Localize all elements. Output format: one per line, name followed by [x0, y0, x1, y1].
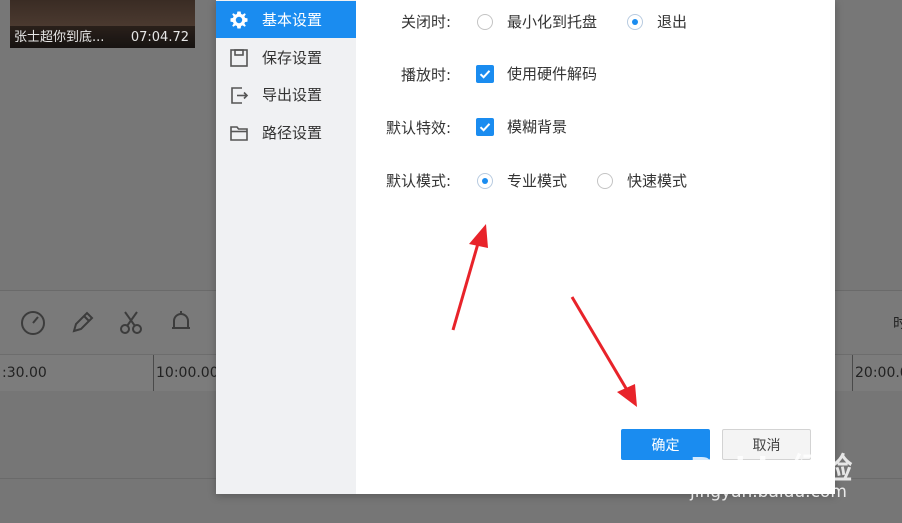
option-label: 使用硬件解码	[507, 63, 597, 84]
exit-option[interactable]: 退出	[627, 11, 687, 32]
sidebar-item-save[interactable]: 保存设置	[216, 39, 356, 76]
folder-icon	[229, 123, 249, 143]
tick-mark	[153, 355, 154, 391]
sidebar-item-label: 导出设置	[262, 84, 322, 105]
tick-label: 10:00.00	[156, 365, 219, 381]
tick-mark	[852, 355, 853, 391]
option-label: 最小化到托盘	[507, 11, 597, 32]
professional-mode-option[interactable]: 专业模式	[477, 170, 567, 191]
bell-icon[interactable]	[166, 307, 196, 337]
tick-label: 20:00.00	[855, 365, 902, 381]
check-icon	[479, 68, 491, 80]
playback-setting-label: 播放时:	[401, 64, 451, 85]
option-label: 专业模式	[507, 170, 567, 191]
radio-button-selected[interactable]	[627, 14, 643, 30]
effect-setting-row: 默认特效: 模糊背景	[356, 114, 835, 140]
sidebar-item-export[interactable]: 导出设置	[216, 76, 356, 113]
mode-setting-label: 默认模式:	[386, 170, 451, 191]
settings-dialog: 基本设置 保存设置 导出设置 路径设置 关闭时: 最小化到托盘	[216, 0, 835, 494]
option-label: 退出	[657, 11, 687, 32]
checkbox-checked[interactable]	[476, 118, 494, 136]
settings-content: 关闭时: 最小化到托盘 退出 播放时: 使用硬件解码 默认特效:	[356, 0, 835, 494]
sidebar-item-label: 基本设置	[262, 9, 322, 30]
effect-setting-label: 默认特效:	[386, 117, 451, 138]
mode-setting-row: 默认模式: 专业模式 快速模式	[356, 167, 835, 193]
check-icon	[479, 121, 491, 133]
radio-button[interactable]	[597, 173, 613, 189]
close-setting-label: 关闭时:	[401, 11, 451, 32]
confirm-button[interactable]: 确定	[621, 429, 710, 460]
video-thumbnail[interactable]: 张士超你到底... 07:04.72	[10, 0, 195, 48]
radio-button-selected[interactable]	[477, 173, 493, 189]
speed-icon[interactable]	[18, 307, 48, 337]
sidebar-item-path[interactable]: 路径设置	[216, 114, 356, 151]
tick-label: :30.00	[2, 365, 47, 381]
export-icon	[229, 85, 249, 105]
save-icon	[229, 48, 249, 68]
toolbar-text-fragment: 时	[893, 313, 902, 333]
sidebar-item-label: 路径设置	[262, 122, 322, 143]
sidebar-item-basic[interactable]: 基本设置	[216, 1, 356, 38]
edit-icon[interactable]	[67, 307, 97, 337]
hardware-decoding-option[interactable]: 使用硬件解码	[476, 63, 597, 84]
option-label: 模糊背景	[507, 116, 567, 137]
gear-icon	[229, 10, 249, 30]
cancel-button[interactable]: 取消	[722, 429, 811, 460]
quick-mode-option[interactable]: 快速模式	[597, 170, 687, 191]
checkbox-checked[interactable]	[476, 65, 494, 83]
sidebar-item-label: 保存设置	[262, 47, 322, 68]
minimize-to-tray-option[interactable]: 最小化到托盘	[477, 11, 597, 32]
thumbnail-duration: 07:04.72	[131, 30, 189, 45]
option-label: 快速模式	[627, 170, 687, 191]
cut-icon[interactable]	[116, 307, 146, 337]
close-setting-row: 关闭时: 最小化到托盘 退出	[356, 8, 835, 34]
radio-button[interactable]	[477, 14, 493, 30]
blur-background-option[interactable]: 模糊背景	[476, 116, 567, 137]
thumbnail-title: 张士超你到底...	[14, 26, 104, 45]
playback-setting-row: 播放时: 使用硬件解码	[356, 61, 835, 87]
settings-sidebar: 基本设置 保存设置 导出设置 路径设置	[216, 0, 356, 494]
